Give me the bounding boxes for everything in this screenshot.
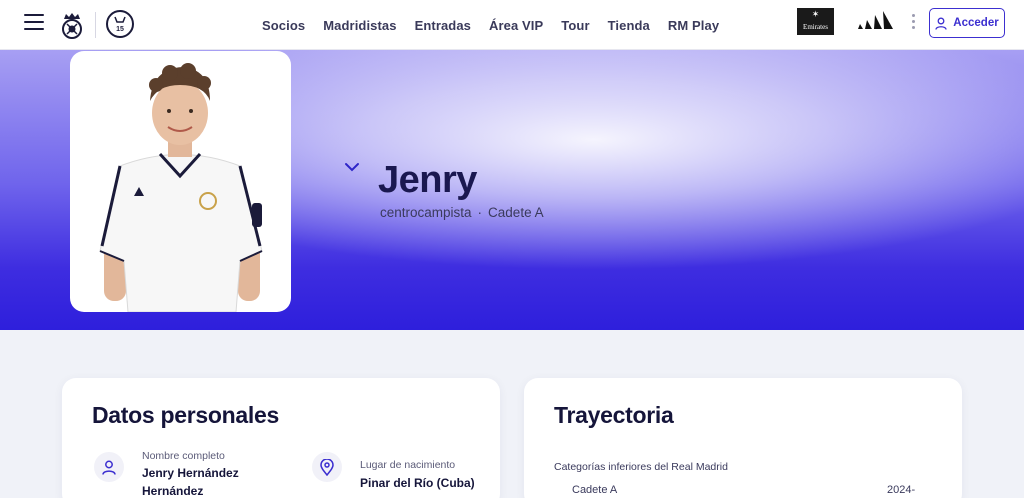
full-name-value-line1: Jenry Hernández (142, 466, 239, 480)
nav-link-socios[interactable]: Socios (262, 18, 305, 33)
adidas-logo-icon[interactable] (856, 10, 895, 32)
personal-data-title: Datos personales (92, 402, 279, 428)
player-subtitle: centrocampista · Cadete A (380, 205, 544, 220)
birthplace-icon-wrapper (312, 452, 342, 482)
nav-link-madridistas[interactable]: Madridistas (323, 18, 396, 33)
full-name-value-line2: Hernández (142, 484, 204, 498)
player-name: Jenry (378, 159, 477, 201)
nav-link-tienda[interactable]: Tienda (608, 18, 650, 33)
chevron-down-icon[interactable] (344, 161, 360, 173)
menu-icon[interactable] (24, 14, 44, 32)
player-team: Cadete A (488, 205, 544, 220)
birthplace-value: Pinar del Río (Cuba) (360, 476, 475, 490)
user-icon (935, 17, 947, 30)
header-divider (95, 12, 96, 38)
main-nav: Socios Madridistas Entradas Área VIP Tou… (262, 0, 737, 50)
nav-link-area-vip[interactable]: Área VIP (489, 18, 543, 33)
player-portrait-image (99, 63, 263, 312)
emirates-sponsor-logo[interactable]: ✶ Emirates (797, 8, 834, 35)
champions-15-badge-icon[interactable]: 15 (106, 10, 134, 38)
player-position: centrocampista (380, 205, 472, 220)
career-section-label: Categorías inferiores del Real Madrid (554, 461, 728, 473)
career-card: Trayectoria Categorías inferiores del Re… (524, 378, 962, 498)
user-icon (102, 460, 116, 475)
full-name-label: Nombre completo (142, 450, 225, 462)
career-row-years: 2024- (887, 484, 916, 496)
more-options-icon[interactable] (910, 14, 916, 32)
location-pin-icon (320, 458, 334, 476)
emirates-sponsor-text: Emirates (803, 23, 828, 31)
svg-text:15: 15 (116, 26, 124, 33)
login-button[interactable]: Acceder (929, 8, 1005, 38)
emirates-emblem-icon: ✶ (811, 9, 820, 19)
real-madrid-crest-icon[interactable] (60, 10, 84, 40)
birthplace-label: Lugar de nacimiento (360, 459, 456, 471)
top-navigation-bar: 15 Socios Madridistas Entradas Área VIP … (0, 0, 1024, 50)
full-name-icon-wrapper (94, 452, 124, 482)
login-button-label: Acceder (953, 17, 999, 29)
career-title: Trayectoria (554, 402, 674, 428)
nav-link-rm-play[interactable]: RM Play (668, 18, 719, 33)
personal-data-card: Datos personales Nombre completo Jenry H… (62, 378, 500, 498)
career-row-team: Cadete A (572, 484, 618, 496)
player-photo (70, 51, 291, 312)
subtitle-separator: · (477, 205, 483, 220)
nav-link-entradas[interactable]: Entradas (415, 18, 471, 33)
nav-link-tour[interactable]: Tour (561, 18, 589, 33)
